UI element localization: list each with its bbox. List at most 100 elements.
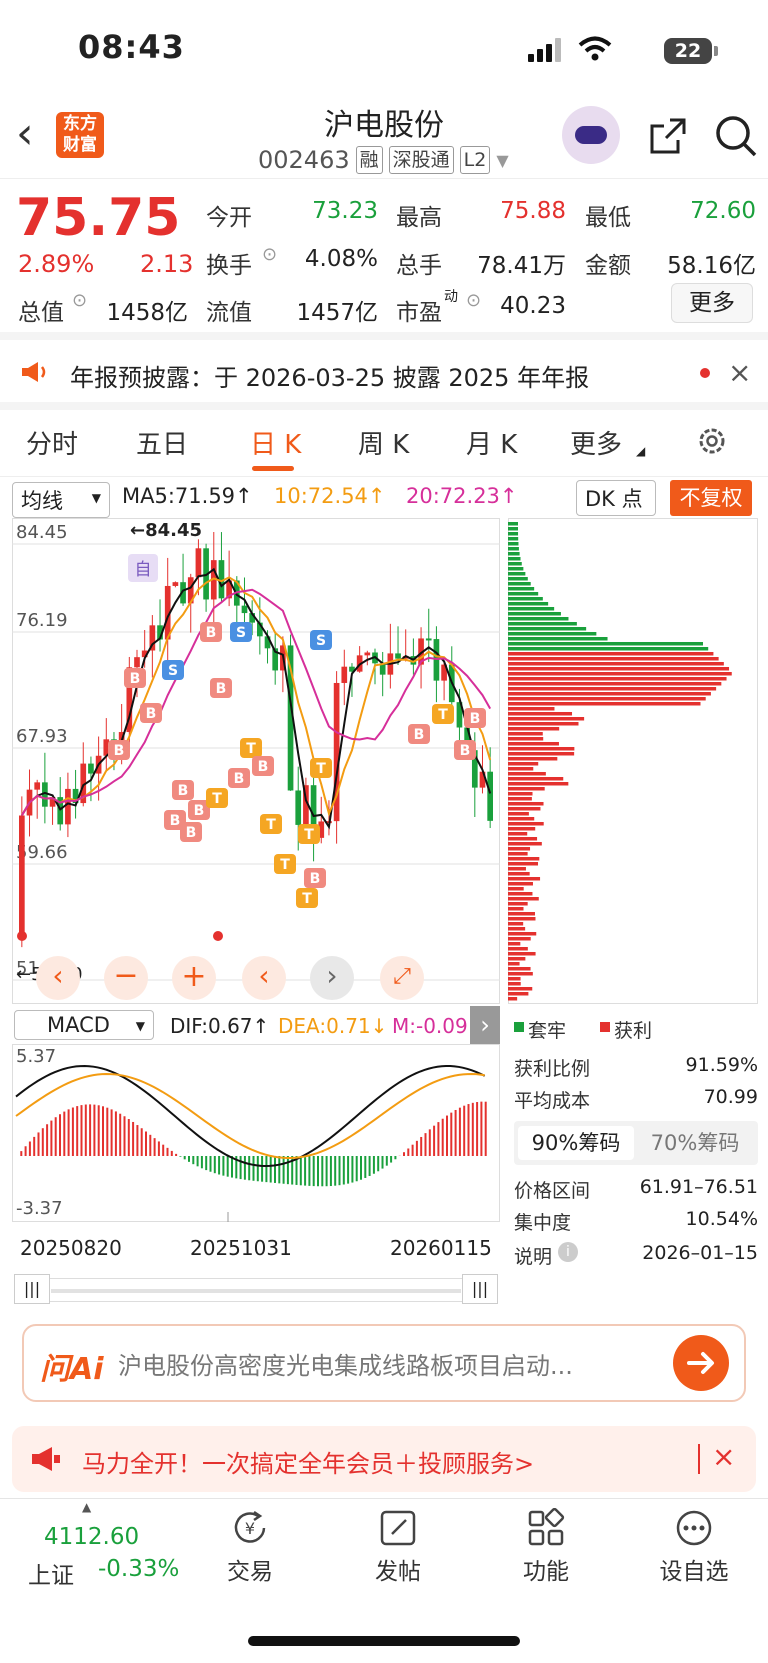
svg-text:¥: ¥	[245, 1519, 255, 1538]
candle-body	[88, 764, 94, 774]
chip-bar	[508, 822, 544, 826]
more-dots-icon[interactable]	[674, 1508, 714, 1548]
expand-right-icon[interactable]: ›	[470, 1006, 500, 1044]
pan-right-button[interactable]: ›	[310, 956, 354, 1000]
macd-bar	[446, 1116, 448, 1156]
macd-bar	[46, 1124, 48, 1156]
info-icon[interactable]: ⊙	[72, 290, 87, 311]
tab-more[interactable]: 更多	[570, 424, 622, 461]
chip-bar	[508, 827, 535, 831]
low-value: 72.60	[660, 198, 756, 224]
share-icon[interactable]	[648, 116, 688, 156]
adjust-toggle-button[interactable]: 不复权	[670, 480, 752, 516]
nav-watchlist[interactable]: 设自选	[644, 1552, 744, 1586]
macd-bar	[175, 1154, 177, 1156]
nav-function[interactable]: 功能	[496, 1552, 596, 1586]
trade-marker-label: S	[168, 663, 178, 679]
chip-bar	[508, 687, 716, 691]
chip-bar	[508, 617, 568, 621]
chip-bar	[508, 612, 561, 616]
macd-bar	[403, 1152, 405, 1156]
ai-assistant-avatar[interactable]	[562, 106, 620, 164]
more-button[interactable]: 更多	[671, 283, 753, 323]
tag-margin: 融	[356, 146, 383, 174]
macd-bar	[407, 1148, 409, 1156]
pe-label: 市盈	[396, 293, 442, 327]
scroll-handle-left[interactable]: |||	[14, 1274, 50, 1304]
first-button[interactable]: ‹	[36, 956, 80, 1000]
info-icon[interactable]: ⊙	[262, 244, 277, 265]
chip-bar	[508, 662, 724, 666]
macd-bar	[128, 1119, 130, 1156]
dk-point-label: DK 点	[585, 487, 643, 511]
zoom-out-button[interactable]: −	[104, 956, 148, 1000]
sub-indicator-label: MACD	[47, 1013, 110, 1037]
trade-icon[interactable]: ¥	[230, 1508, 270, 1548]
chip-bar	[508, 737, 543, 741]
nav-trade[interactable]: 交易	[200, 1552, 300, 1586]
tab-chip-90[interactable]: 90%筹码	[518, 1126, 634, 1160]
candle-body	[242, 606, 248, 613]
chip-bar	[508, 602, 548, 606]
macd-bar	[59, 1114, 61, 1156]
close-icon[interactable]: ×	[728, 356, 751, 389]
float-value: 1457亿	[280, 293, 378, 327]
macd-bar	[278, 1156, 280, 1183]
macd-bar	[136, 1125, 138, 1156]
macd-bar	[210, 1156, 212, 1172]
dk-point-select[interactable]: DK 点	[576, 480, 656, 516]
tab-monthly-k[interactable]: 月 K	[466, 424, 517, 461]
tab-five-day[interactable]: 五日	[136, 424, 188, 461]
nav-post[interactable]: 发帖	[348, 1552, 448, 1586]
chip-bar	[508, 542, 518, 546]
sub-indicator-select[interactable]: MACD ▼	[14, 1010, 154, 1040]
expand-icon[interactable]: ⤢	[380, 956, 424, 1000]
trade-marker-label: B	[146, 706, 157, 722]
note-date: 2026–01–15	[620, 1242, 758, 1264]
ai-question-text[interactable]: 沪电股份高密度光电集成线路板项目启动...	[118, 1346, 648, 1381]
k-line-chart[interactable]: 84.4576.1967.9359.6651.40←84.45←51.40自BB…	[12, 518, 500, 1004]
trade-marker-label: B	[414, 727, 425, 743]
info-icon[interactable]: i	[558, 1242, 578, 1262]
indicator-select[interactable]: 均线 ▼	[12, 482, 110, 518]
trade-marker-label: B	[130, 671, 141, 687]
tab-weekly-k[interactable]: 周 K	[358, 424, 409, 461]
search-icon[interactable]	[714, 114, 758, 158]
volume-value: 78.41万	[460, 246, 566, 280]
range-scrollbar[interactable]	[14, 1278, 498, 1302]
tab-chip-70[interactable]: 70%筹码	[636, 1126, 754, 1160]
chip-bar	[508, 677, 727, 681]
scroll-handle-right[interactable]: |||	[462, 1274, 498, 1304]
tab-intraday[interactable]: 分时	[26, 424, 78, 461]
signal-icon	[528, 38, 564, 62]
ai-submit-button[interactable]	[673, 1335, 729, 1391]
chip-bar	[508, 857, 539, 861]
macd-bar	[283, 1156, 285, 1184]
ma5-line	[22, 569, 490, 827]
notice-text[interactable]: 年报预披露：于 2026-03-25 披露 2025 年年报	[70, 358, 589, 393]
pan-left-button[interactable]: ‹	[242, 956, 286, 1000]
function-grid-icon[interactable]	[526, 1508, 566, 1548]
post-icon[interactable]	[378, 1508, 418, 1548]
info-icon[interactable]: ⊙	[466, 290, 481, 311]
stock-code-row[interactable]: 002463 融 深股通 L2 ▼	[258, 146, 509, 174]
date-end: 20260115	[390, 1236, 492, 1260]
macd-bar	[244, 1156, 246, 1180]
chip-bar	[508, 872, 530, 876]
macd-bar	[205, 1156, 207, 1170]
close-icon[interactable]: ×	[712, 1440, 735, 1473]
chip-bar	[508, 582, 531, 586]
candle-body	[19, 815, 25, 938]
wifi-icon	[578, 36, 612, 62]
zoom-in-button[interactable]: +	[172, 956, 216, 1000]
gear-icon[interactable]	[696, 425, 728, 457]
promo-text[interactable]: 马力全开！一次搞定全年会员＋投顾服务>	[82, 1444, 534, 1479]
index-value[interactable]: 4112.60	[44, 1524, 139, 1550]
macd-bar	[261, 1156, 263, 1182]
macd-chart: 5.37-3.37	[12, 1044, 500, 1222]
megaphone-icon	[30, 1446, 62, 1472]
macd-bar	[373, 1156, 375, 1174]
home-indicator	[248, 1636, 520, 1646]
tab-daily-k[interactable]: 日 K	[250, 424, 301, 461]
low-label: 最低	[585, 198, 631, 232]
